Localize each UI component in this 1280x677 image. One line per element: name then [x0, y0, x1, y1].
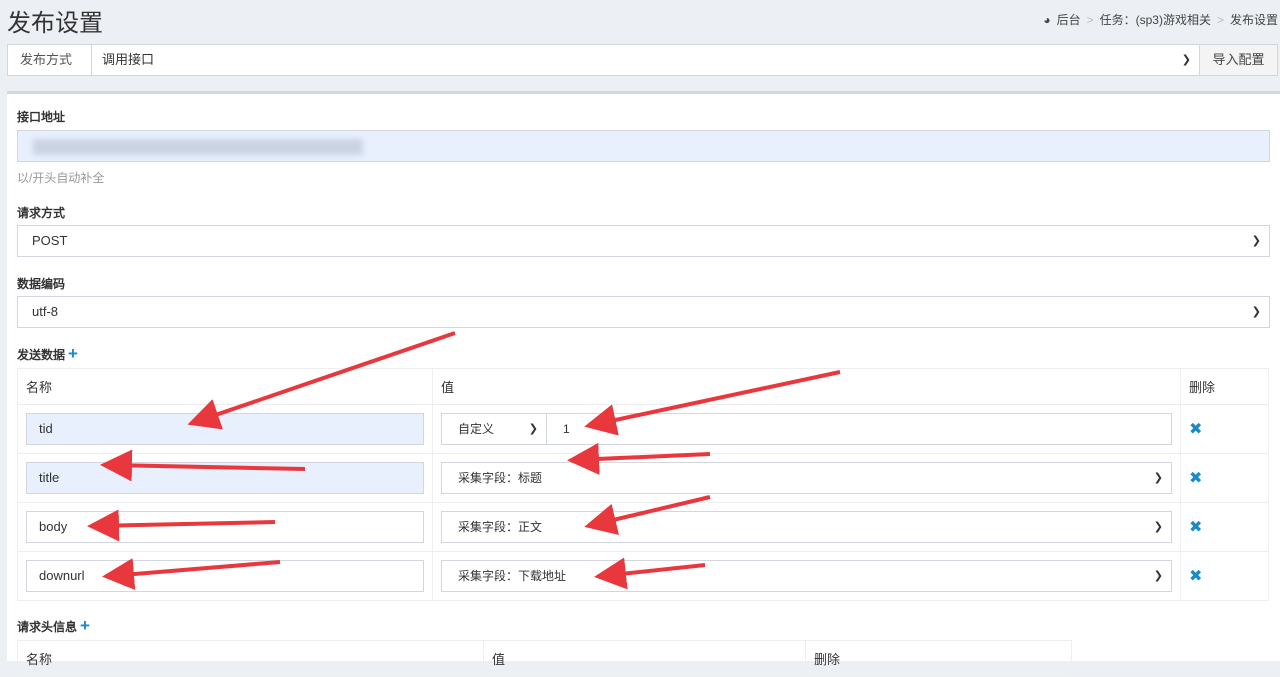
chevron-down-icon: ❯	[1153, 570, 1163, 582]
chevron-down-icon: ❯	[528, 423, 538, 435]
send-data-title: 发送数据	[17, 348, 66, 362]
field-name-input[interactable]: tid	[26, 413, 424, 445]
value-select[interactable]: 采集字段：正文 ❯	[441, 511, 1172, 543]
value-select[interactable]: 采集字段：标题 ❯	[441, 462, 1172, 494]
breadcrumb: ◕ 后台 > 任务：(sp3)游戏相关 > 发布设置	[1043, 11, 1278, 28]
col-name: 名称	[17, 368, 433, 405]
encoding-value: utf-8	[32, 304, 59, 319]
col-value: 值	[432, 368, 1181, 405]
breadcrumb-current: 发布设置	[1229, 13, 1278, 27]
value-text: 采集字段：正文	[458, 520, 543, 534]
encoding-select[interactable]: utf-8 ❯	[17, 296, 1270, 328]
field-name-input[interactable]: title	[26, 462, 424, 494]
table-row: tid 自定义 ❯ 1 ✖	[17, 404, 1269, 454]
request-headers-title: 请求头信息	[17, 620, 78, 634]
breadcrumb-home[interactable]: 后台	[1057, 11, 1081, 28]
col-delete: 删除	[805, 640, 1072, 677]
value-text: 采集字段：标题	[458, 471, 543, 485]
value-type-select[interactable]: 自定义 ❯	[441, 413, 547, 445]
send-data-table: 名称值删除 tid 自定义 ❯ 1 ✖ title 采集字段：标题 ❯ ✖ body …	[17, 368, 1269, 601]
page-title: 发布设置	[7, 10, 103, 37]
value-type: 自定义	[458, 422, 495, 436]
chevron-down-icon: ❯	[1181, 54, 1191, 66]
publish-method-select[interactable]: 调用接口 ❯	[92, 45, 1199, 75]
delete-icon[interactable]: ✖	[1189, 568, 1202, 585]
table-row: downurl 采集字段：下载地址 ❯ ✖	[17, 551, 1269, 601]
method-value: POST	[32, 233, 68, 248]
delete-icon[interactable]: ✖	[1189, 421, 1202, 438]
delete-icon[interactable]: ✖	[1189, 470, 1202, 487]
breadcrumb-task[interactable]: 任务：(sp3)游戏相关	[1100, 11, 1211, 28]
import-config-button[interactable]: 导入配置	[1199, 45, 1277, 75]
table-row: title 采集字段：标题 ❯ ✖	[17, 453, 1269, 503]
delete-icon[interactable]: ✖	[1189, 519, 1202, 536]
api-url-hint: 以/开头自动补全	[17, 171, 105, 185]
dashboard-icon: ◕	[1043, 12, 1051, 27]
chevron-down-icon: ❯	[1251, 235, 1261, 247]
value-select[interactable]: 采集字段：下载地址 ❯	[441, 560, 1172, 592]
add-header-icon[interactable]: +	[80, 616, 90, 635]
chevron-down-icon: ❯	[1153, 472, 1163, 484]
method-select[interactable]: POST ❯	[17, 225, 1270, 257]
field-name-input[interactable]: body	[26, 511, 424, 543]
field-name-input[interactable]: downurl	[26, 560, 424, 592]
value-text: 采集字段：下载地址	[458, 569, 567, 583]
encoding-label: 数据编码	[17, 277, 66, 291]
add-send-data-icon[interactable]: +	[68, 344, 78, 363]
request-headers-table: 名称值删除	[17, 640, 1072, 677]
method-label: 请求方式	[17, 206, 66, 220]
api-url-label: 接口地址	[17, 110, 66, 124]
col-delete: 删除	[1180, 368, 1269, 405]
publish-method-value: 调用接口	[102, 52, 155, 67]
col-value: 值	[483, 640, 806, 677]
custom-value-input[interactable]: 1	[547, 413, 1172, 445]
publish-method-bar: 发布方式 调用接口 ❯ 导入配置	[7, 44, 1278, 76]
publish-method-label: 发布方式	[8, 45, 92, 75]
api-url-input[interactable]	[17, 130, 1270, 162]
request-headers-label: 请求头信息 +	[17, 616, 90, 636]
col-name: 名称	[17, 640, 484, 677]
table-row: body 采集字段：正文 ❯ ✖	[17, 502, 1269, 552]
send-data-label: 发送数据 +	[17, 344, 78, 364]
chevron-down-icon: ❯	[1153, 521, 1163, 533]
chevron-down-icon: ❯	[1251, 306, 1261, 318]
settings-panel: 接口地址 以/开头自动补全 请求方式 POST ❯ 数据编码 utf-8 ❯ 发送数…	[7, 91, 1280, 677]
